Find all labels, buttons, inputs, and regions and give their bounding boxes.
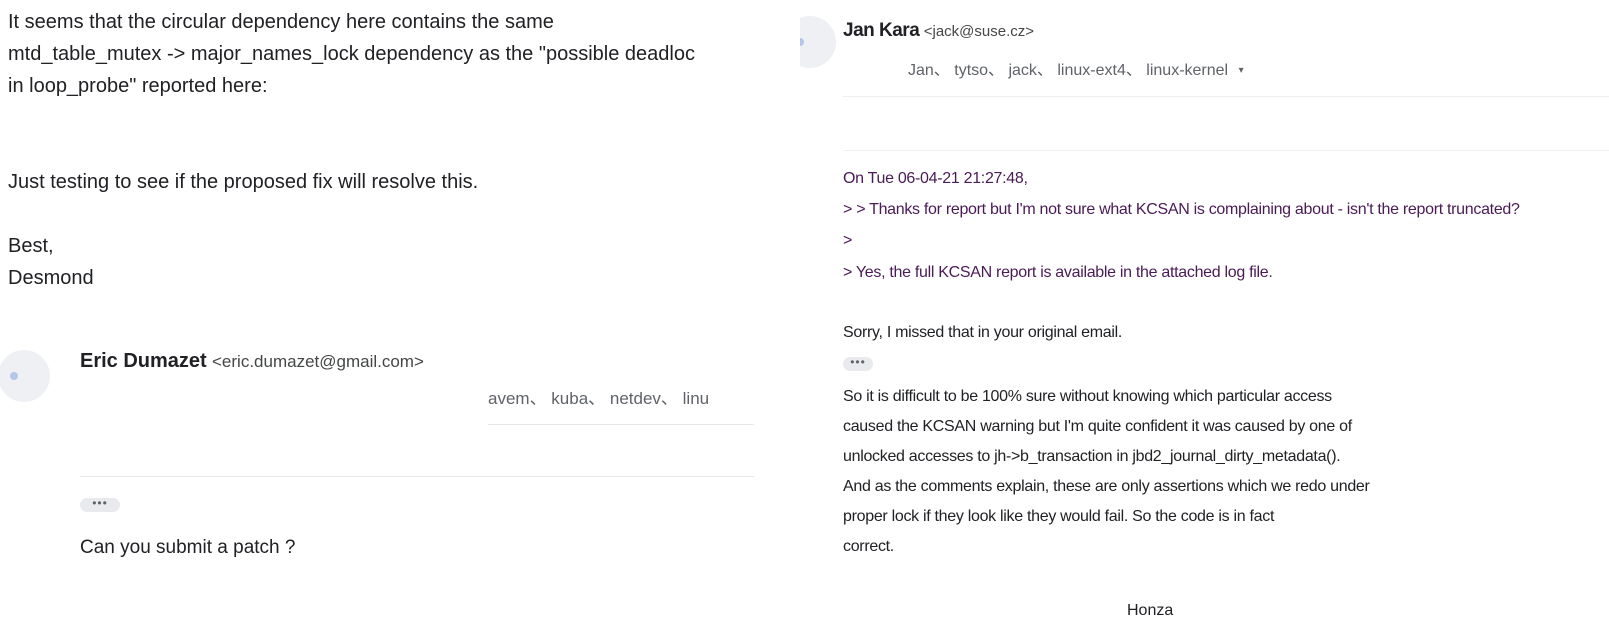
signature: Honza (1127, 602, 1174, 619)
body-line: correct. (843, 538, 894, 555)
message-header: Eric Dumazet <eric.dumazet@gmail.com> (80, 350, 424, 373)
recipients-list[interactable]: avem、 kuba、 netdev、 linu (488, 384, 788, 409)
right-email-thread: Jan Kara <jack@suse.cz> Jan、 tytso、 jack… (800, 0, 1609, 629)
body-line: Best, (8, 235, 54, 257)
reply-body: Can you submit a patch ? (80, 537, 296, 558)
sender-email: <jack@suse.cz> (923, 23, 1035, 40)
body-line: Sorry, I missed that in your original em… (843, 324, 1123, 341)
quoted-line: > (843, 232, 853, 249)
sender-email: <eric.dumazet@gmail.com> (212, 352, 424, 371)
body-line: proper lock if they look like they would… (843, 508, 1275, 525)
body-line: It seems that the circular dependency he… (8, 11, 554, 33)
recipients-text: Jan、 tytso、 jack、 linux-ext4、 linux-kern… (908, 62, 1229, 79)
divider (488, 424, 754, 425)
body-line: Just testing to see if the proposed fix … (8, 171, 479, 193)
body-line: caused the KCSAN warning but I'm quite c… (843, 418, 1352, 435)
sender-name[interactable]: Eric Dumazet (80, 350, 207, 372)
recipients-list[interactable]: Jan、 tytso、 jack、 linux-ext4、 linux-kern… (908, 56, 1244, 80)
avatar[interactable] (800, 16, 836, 68)
chevron-down-icon[interactable]: ▾ (1239, 65, 1244, 76)
sender-name[interactable]: Jan Kara (843, 20, 920, 41)
body-line: And as the comments explain, these are o… (843, 478, 1370, 495)
left-email-thread: It seems that the circular dependency he… (0, 0, 790, 629)
show-trimmed-content-button[interactable]: ••• (80, 497, 120, 512)
divider (843, 150, 1609, 151)
body-line: in loop_probe" reported here: (8, 75, 268, 97)
message-header: Jan Kara <jack@suse.cz> (843, 20, 1034, 42)
divider (843, 96, 1609, 97)
show-trimmed-content-button[interactable]: ••• (843, 356, 873, 371)
email-body-desmond: It seems that the circular dependency he… (8, 6, 790, 294)
body-line: mtd_table_mutex -> major_names_lock depe… (8, 43, 695, 65)
quoted-line: > Yes, the full KCSAN report is availabl… (843, 264, 1273, 281)
body-line: Desmond (8, 267, 94, 289)
quoted-line: On Tue 06-04-21 21:27:48, (843, 170, 1028, 187)
divider (80, 476, 754, 477)
body-line: unlocked accesses to jh->b_transaction i… (843, 448, 1341, 465)
quoted-line: > > Thanks for report but I'm not sure w… (843, 201, 1520, 218)
body-line: So it is difficult to be 100% sure witho… (843, 388, 1332, 405)
avatar[interactable] (0, 350, 50, 402)
